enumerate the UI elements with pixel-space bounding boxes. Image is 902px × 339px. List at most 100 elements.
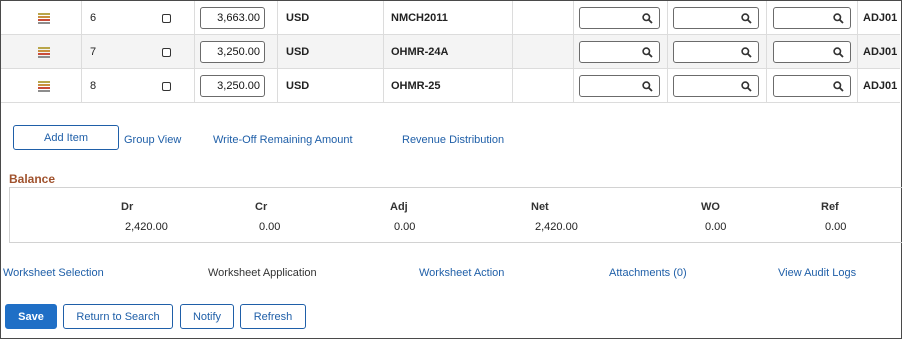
worksheet-selection-link[interactable]: Worksheet Selection — [3, 267, 104, 279]
return-to-search-button[interactable]: Return to Search — [63, 304, 173, 329]
revenue-distribution-link[interactable]: Revenue Distribution — [402, 134, 504, 146]
row-select-checkbox[interactable] — [162, 47, 171, 57]
balance-header-wo: WO — [701, 201, 720, 213]
notes-icon — [38, 80, 50, 92]
balance-header-adj: Adj — [390, 201, 408, 213]
prompt-field-1[interactable] — [579, 75, 660, 97]
column-divider — [194, 1, 195, 35]
amount-field[interactable]: 3,250.00 — [200, 41, 265, 63]
prompt-field-2[interactable] — [673, 41, 759, 63]
balance-value-ref: 0.00 — [825, 221, 847, 233]
prompt-field-3[interactable] — [773, 41, 851, 63]
reference-id: NMCH2011 — [391, 12, 448, 24]
search-icon[interactable] — [741, 47, 752, 58]
adjustment-code: ADJ01 — [863, 80, 898, 92]
column-divider — [766, 35, 767, 69]
balance-panel — [9, 187, 902, 243]
column-divider — [667, 35, 668, 69]
balance-header-net: Net — [531, 201, 549, 213]
search-icon[interactable] — [833, 81, 844, 92]
column-divider — [857, 35, 858, 69]
column-divider — [383, 69, 384, 103]
row-detail-button[interactable] — [37, 1, 51, 35]
notify-button[interactable]: Notify — [180, 304, 234, 329]
column-divider — [277, 69, 278, 103]
save-button[interactable]: Save — [5, 304, 57, 329]
column-divider — [573, 69, 574, 103]
notes-icon — [38, 46, 50, 58]
amount-field[interactable]: 3,663.00 — [200, 7, 265, 29]
column-divider — [573, 35, 574, 69]
line-number: 7 — [90, 46, 97, 58]
worksheet-grid: 6 3,663.00 USD NMCH2011 ADJ01 7 3,250.00… — [1, 1, 900, 103]
balance-header-ref: Ref — [821, 201, 839, 213]
column-divider — [277, 1, 278, 35]
column-divider — [194, 35, 195, 69]
line-number: 6 — [90, 12, 97, 24]
balance-section-title: Balance — [9, 172, 56, 186]
column-divider — [512, 69, 513, 103]
balance-header-cr: Cr — [255, 201, 268, 213]
amount-field[interactable]: 3,250.00 — [200, 75, 265, 97]
add-item-button[interactable]: Add Item — [13, 125, 119, 150]
prompt-field-2[interactable] — [673, 75, 759, 97]
prompt-field-1[interactable] — [579, 7, 660, 29]
search-icon[interactable] — [833, 47, 844, 58]
column-divider — [194, 69, 195, 103]
prompt-field-2[interactable] — [673, 7, 759, 29]
column-divider — [573, 1, 574, 35]
currency-code: USD — [286, 12, 310, 24]
balance-value-dr: 2,420.00 — [125, 221, 168, 233]
search-icon[interactable] — [642, 47, 653, 58]
table-row: 6 3,663.00 USD NMCH2011 ADJ01 — [1, 1, 900, 35]
column-divider — [277, 35, 278, 69]
search-icon[interactable] — [741, 13, 752, 24]
table-row: 8 3,250.00 USD OHMR-25 ADJ01 — [1, 69, 900, 103]
row-select-checkbox[interactable] — [162, 81, 171, 91]
attachments-link[interactable]: Attachments (0) — [609, 267, 687, 279]
column-divider — [766, 1, 767, 35]
column-divider — [383, 1, 384, 35]
column-divider — [766, 69, 767, 103]
view-audit-logs-link[interactable]: View Audit Logs — [778, 267, 856, 279]
search-icon[interactable] — [741, 81, 752, 92]
balance-value-net: 2,420.00 — [535, 221, 578, 233]
row-select-checkbox[interactable] — [162, 13, 171, 23]
adjustment-code: ADJ01 — [863, 12, 898, 24]
column-divider — [81, 35, 82, 69]
search-icon[interactable] — [833, 13, 844, 24]
table-row: 7 3,250.00 USD OHMR-24A ADJ01 — [1, 35, 900, 69]
column-divider — [81, 1, 82, 35]
reference-id: OHMR-24A — [391, 46, 449, 58]
prompt-field-3[interactable] — [773, 75, 851, 97]
prompt-field-1[interactable] — [579, 41, 660, 63]
column-divider — [383, 35, 384, 69]
balance-header-dr: Dr — [121, 201, 134, 213]
column-divider — [81, 69, 82, 103]
line-number: 8 — [90, 80, 97, 92]
balance-value-adj: 0.00 — [394, 221, 416, 233]
write-off-remaining-link[interactable]: Write-Off Remaining Amount — [213, 134, 353, 146]
worksheet-application-current: Worksheet Application — [208, 267, 317, 279]
refresh-button[interactable]: Refresh — [240, 304, 306, 329]
group-view-link[interactable]: Group View — [124, 134, 181, 146]
column-divider — [857, 1, 858, 35]
reference-id: OHMR-25 — [391, 80, 441, 92]
prompt-field-3[interactable] — [773, 7, 851, 29]
currency-code: USD — [286, 46, 310, 58]
search-icon[interactable] — [642, 81, 653, 92]
column-divider — [667, 69, 668, 103]
adjustment-code: ADJ01 — [863, 46, 898, 58]
column-divider — [512, 1, 513, 35]
search-icon[interactable] — [642, 13, 653, 24]
column-divider — [857, 69, 858, 103]
balance-value-cr: 0.00 — [259, 221, 281, 233]
balance-value-wo: 0.00 — [705, 221, 727, 233]
worksheet-action-link[interactable]: Worksheet Action — [419, 267, 504, 279]
currency-code: USD — [286, 80, 310, 92]
row-detail-button[interactable] — [37, 35, 51, 69]
notes-icon — [38, 12, 50, 24]
column-divider — [667, 1, 668, 35]
column-divider — [512, 35, 513, 69]
row-detail-button[interactable] — [37, 69, 51, 103]
